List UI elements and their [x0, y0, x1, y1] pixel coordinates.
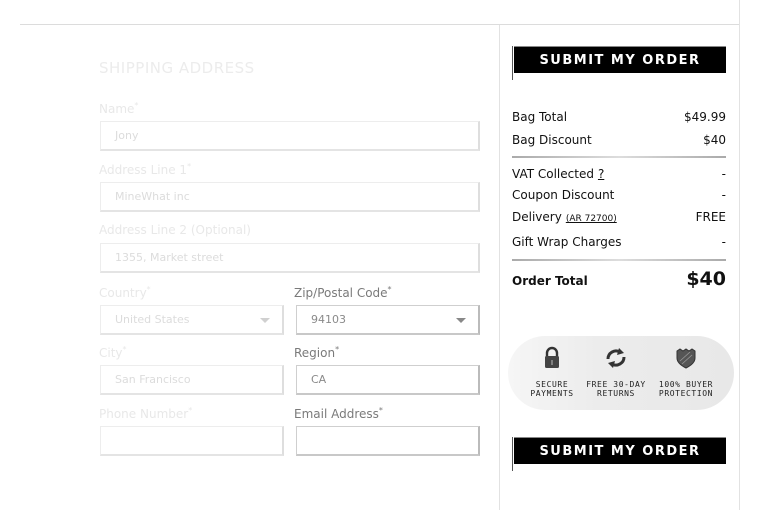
city-label: City*	[99, 345, 127, 360]
section-title: SHIPPING ADDRESS	[99, 59, 255, 77]
shield-icon	[676, 348, 696, 369]
bag-total-value: $49.99	[684, 110, 726, 124]
zip-select[interactable]: 94103	[296, 305, 480, 335]
region-value: CA	[311, 373, 327, 386]
address1-label: Address Line 1*	[99, 162, 192, 177]
coupon-label: Coupon Discount	[512, 188, 615, 202]
lock-icon	[545, 346, 559, 368]
email-input[interactable]	[296, 426, 480, 456]
zip-label: Zip/Postal Code*	[294, 285, 392, 300]
phone-label: Phone Number*	[99, 406, 193, 421]
vat-value: -	[721, 167, 726, 181]
country-select[interactable]: United States	[100, 305, 284, 335]
chevron-down-icon	[260, 318, 270, 323]
vat-help-link[interactable]: ?	[598, 167, 604, 181]
address2-label: Address Line 2 (Optional)	[99, 223, 251, 237]
column-divider	[499, 25, 500, 510]
address1-input[interactable]: MineWhat inc	[100, 182, 480, 212]
coupon-value: -	[721, 188, 726, 202]
city-value: San Francisco	[115, 373, 191, 386]
bag-total-label: Bag Total	[512, 110, 568, 124]
shipping-form: SHIPPING ADDRESS Name* Jony Address Line…	[0, 25, 499, 510]
country-value: United States	[115, 313, 190, 326]
bag-discount-value: $40	[703, 133, 726, 147]
region-input[interactable]: CA	[296, 365, 480, 395]
email-label: Email Address*	[294, 406, 383, 421]
order-total-label: Order Total	[512, 274, 588, 288]
submit-order-button-top[interactable]: SUBMIT MY ORDER	[512, 46, 726, 80]
country-label: Country*	[99, 285, 151, 300]
summary-divider	[512, 156, 726, 158]
phone-input[interactable]	[100, 426, 284, 456]
address2-value: 1355, Market street	[115, 251, 224, 264]
vat-label: VAT Collected	[512, 167, 594, 181]
order-total-value: $40	[686, 268, 726, 290]
delivery-value: FREE	[695, 210, 726, 224]
bag-discount-label: Bag Discount	[512, 133, 592, 147]
region-label: Region*	[294, 345, 340, 360]
name-input[interactable]: Jony	[100, 121, 480, 151]
gift-wrap-value: -	[721, 235, 726, 249]
gift-wrap-label: Gift Wrap Charges	[512, 235, 622, 249]
trust-badges: SECURE PAYMENTS FREE 30-DAY RETURNS 100% B…	[508, 336, 734, 410]
city-input[interactable]: San Francisco	[100, 365, 284, 395]
right-border	[739, 0, 740, 510]
name-label: Name*	[99, 101, 139, 116]
submit-order-button-bottom[interactable]: SUBMIT MY ORDER	[512, 437, 726, 471]
name-value: Jony	[115, 129, 139, 142]
address2-input[interactable]: 1355, Market street	[100, 243, 480, 273]
zip-value: 94103	[311, 313, 346, 326]
summary-divider	[512, 259, 726, 261]
address1-value: MineWhat inc	[115, 190, 190, 203]
chevron-down-icon	[456, 318, 466, 323]
delivery-label: Delivery	[512, 210, 562, 224]
delivery-zip-link[interactable]: (AR 72700)	[566, 214, 617, 224]
refresh-icon	[606, 348, 626, 368]
